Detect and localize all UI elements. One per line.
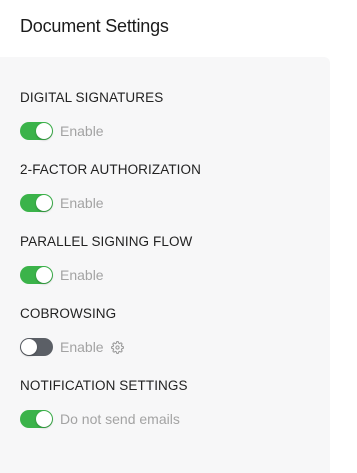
parallel-signing-toggle[interactable] bbox=[20, 266, 53, 284]
notifications-toggle[interactable] bbox=[20, 410, 53, 428]
setting-title: NOTIFICATION SETTINGS bbox=[20, 378, 188, 393]
toggle-knob bbox=[21, 339, 37, 355]
toggle-label: Enable bbox=[60, 339, 104, 355]
digital-signatures-toggle[interactable] bbox=[20, 122, 53, 140]
page-title: Document Settings bbox=[20, 16, 169, 36]
setting-title: DIGITAL SIGNATURES bbox=[20, 90, 164, 105]
two-factor-toggle[interactable] bbox=[20, 194, 53, 212]
setting-title: COBROWSING bbox=[20, 306, 117, 321]
setting-2fa: 2-FACTOR AUTHORIZATION Enable bbox=[20, 162, 201, 212]
setting-title: PARALLEL SIGNING FLOW bbox=[20, 234, 193, 249]
toggle-knob bbox=[36, 267, 52, 283]
settings-panel: DIGITAL SIGNATURES Enable 2-FACTOR AUTHO… bbox=[0, 57, 330, 473]
toggle-knob bbox=[36, 123, 52, 139]
setting-row: Enable bbox=[20, 194, 201, 212]
setting-row: Enable bbox=[20, 122, 163, 140]
toggle-label: Enable bbox=[60, 267, 104, 283]
setting-cobrowsing: COBROWSING Enable bbox=[20, 306, 124, 356]
toggle-label: Enable bbox=[60, 123, 104, 139]
cobrowsing-toggle[interactable] bbox=[20, 338, 53, 356]
toggle-knob bbox=[36, 411, 52, 427]
setting-digital-signatures: DIGITAL SIGNATURES Enable bbox=[20, 90, 163, 140]
setting-row: Enable bbox=[20, 338, 124, 356]
setting-row: Do not send emails bbox=[20, 410, 188, 428]
toggle-knob bbox=[36, 195, 52, 211]
setting-row: Enable bbox=[20, 266, 192, 284]
setting-notifications: NOTIFICATION SETTINGS Do not send emails bbox=[20, 378, 188, 428]
setting-parallel-signing: PARALLEL SIGNING FLOW Enable bbox=[20, 234, 192, 284]
setting-title: 2-FACTOR AUTHORIZATION bbox=[20, 162, 201, 177]
toggle-label: Enable bbox=[60, 195, 104, 211]
toggle-label: Do not send emails bbox=[60, 411, 180, 427]
gear-icon[interactable] bbox=[110, 340, 124, 354]
